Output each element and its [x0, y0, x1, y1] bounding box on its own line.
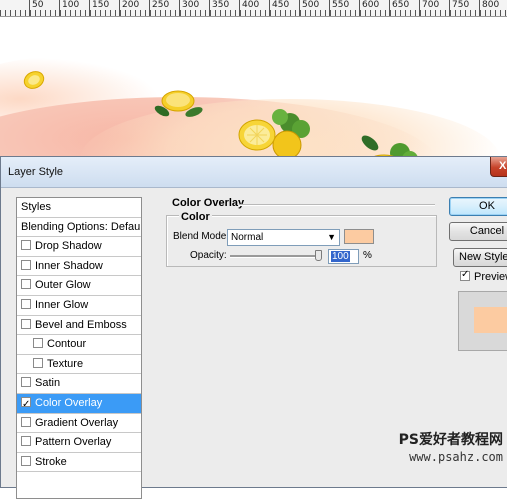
style-item-checkbox[interactable] — [21, 299, 31, 310]
style-item-label: Gradient Overlay — [35, 416, 119, 429]
style-item-label: Contour — [47, 338, 87, 351]
styles-header[interactable]: Styles — [17, 198, 141, 218]
dialog-titlebar[interactable]: Layer Style X — [1, 157, 507, 188]
style-item-label: Bevel and Emboss — [35, 318, 127, 331]
style-item-stroke[interactable]: Stroke — [17, 453, 141, 473]
cancel-button[interactable]: Cancel — [449, 222, 507, 241]
close-button[interactable]: X — [490, 157, 507, 177]
style-item-label: Inner Shadow — [35, 259, 103, 272]
style-item-checkbox[interactable] — [21, 395, 31, 414]
lemon-with-parsley — [238, 109, 310, 160]
ruler-mark: 700 — [419, 0, 439, 16]
style-item-checkbox[interactable] — [21, 240, 31, 251]
style-item-label: Satin — [35, 377, 61, 390]
style-item-gradient-overlay[interactable]: Gradient Overlay — [17, 414, 141, 434]
blend-mode-select[interactable]: Normal ▼ — [227, 229, 340, 246]
preview-checkbox[interactable]: Preview — [460, 269, 507, 283]
ruler-mark: 300 — [179, 0, 199, 16]
style-item-texture[interactable]: Texture — [17, 355, 141, 375]
dropdown-arrow-icon: ▼ — [327, 232, 336, 242]
style-item-checkbox[interactable] — [33, 338, 43, 349]
style-item-checkbox[interactable] — [21, 318, 31, 329]
section-title: Color Overlay — [172, 197, 245, 209]
ruler-mark: 100 — [59, 0, 79, 16]
styles-list: Styles Blending Options: Default Drop Sh… — [16, 197, 142, 499]
style-item-checkbox[interactable] — [21, 259, 31, 270]
style-item-drop-shadow[interactable]: Drop Shadow — [17, 237, 141, 257]
ruler-mark: 200 — [119, 0, 139, 16]
preview-checkbox-box[interactable] — [460, 269, 470, 282]
style-item-bevel-and-emboss[interactable]: Bevel and Emboss — [17, 316, 141, 336]
section-divider — [239, 204, 435, 206]
style-item-label: Pattern Overlay — [35, 436, 112, 449]
ruler-mark: 400 — [239, 0, 259, 16]
style-item-inner-shadow[interactable]: Inner Shadow — [17, 257, 141, 277]
ruler-mark: 350 — [209, 0, 229, 16]
ruler-mark: 600 — [359, 0, 379, 16]
ruler-mark: 800 — [479, 0, 499, 16]
preview-label: Preview — [474, 271, 507, 283]
preview-color-swatch — [474, 307, 507, 333]
ruler-mark: 650 — [389, 0, 409, 16]
style-item-label: Inner Glow — [35, 298, 89, 311]
style-item-label: Outer Glow — [35, 279, 91, 292]
document-canvas[interactable] — [0, 17, 507, 177]
style-item-color-overlay[interactable]: Color Overlay — [17, 393, 141, 414]
opacity-value: 100 — [331, 251, 350, 262]
ruler-mark: 50 — [29, 0, 43, 16]
new-style-button[interactable]: New Style... — [453, 248, 507, 267]
style-item-checkbox[interactable] — [33, 357, 43, 368]
watermark-title: PS爱好者教程网 — [398, 432, 503, 448]
style-item-label: Texture — [47, 357, 84, 370]
ok-button[interactable]: OK — [449, 197, 507, 216]
style-item-checkbox[interactable] — [21, 279, 31, 290]
blending-options-item[interactable]: Blending Options: Default — [17, 217, 141, 238]
opacity-label: Opacity: — [190, 250, 227, 261]
style-item-pattern-overlay[interactable]: Pattern Overlay — [17, 433, 141, 453]
ruler-mark: 550 — [329, 0, 349, 16]
ruler-mark: 150 — [89, 0, 109, 16]
lemon-slice-with-leaves — [154, 90, 203, 117]
style-item-label: Drop Shadow — [35, 240, 102, 253]
overlay-color-swatch[interactable] — [344, 229, 374, 244]
opacity-unit: % — [363, 250, 372, 261]
style-item-label: Color Overlay — [35, 396, 103, 409]
opacity-slider-thumb[interactable] — [315, 250, 322, 261]
subsection-title: Color — [179, 211, 212, 223]
ruler-mark: 250 — [149, 0, 169, 16]
blend-mode-value: Normal — [231, 232, 264, 243]
style-item-checkbox[interactable] — [21, 377, 31, 388]
ruler-mark: 500 — [299, 0, 319, 16]
style-item-satin[interactable]: Satin — [17, 374, 141, 394]
dialog-title: Layer Style — [8, 166, 64, 178]
ruler-mark: 750 — [449, 0, 469, 16]
watermark: PS爱好者教程网 www.psahz.com — [399, 432, 503, 466]
opacity-input[interactable]: 100 — [328, 249, 359, 264]
style-item-contour[interactable]: Contour — [17, 335, 141, 355]
preview-thumbnail-box — [458, 291, 507, 351]
style-item-outer-glow[interactable]: Outer Glow — [17, 276, 141, 296]
opacity-slider-track[interactable] — [230, 255, 322, 258]
style-item-checkbox[interactable] — [21, 436, 31, 447]
blend-mode-label: Blend Mode: — [173, 231, 230, 242]
ruler-mark: 450 — [269, 0, 289, 16]
lemon-slice-small — [23, 71, 45, 89]
style-item-label: Stroke — [35, 455, 67, 468]
horizontal-ruler[interactable]: 50 100 150 200 250 300 350 400 450 500 5… — [0, 0, 507, 17]
watermark-url: www.psahz.com — [409, 450, 503, 464]
style-item-inner-glow[interactable]: Inner Glow — [17, 296, 141, 316]
style-item-checkbox[interactable] — [21, 455, 31, 466]
style-item-checkbox[interactable] — [21, 416, 31, 427]
